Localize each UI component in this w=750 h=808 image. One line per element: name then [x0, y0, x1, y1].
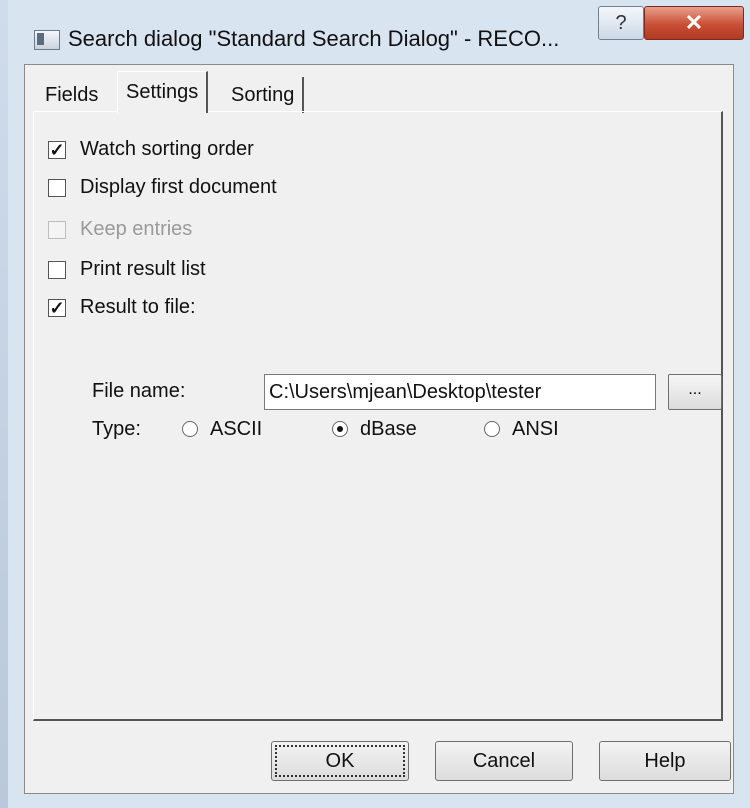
radio-circle[interactable]	[332, 421, 348, 437]
checkbox-label: Keep entries	[80, 218, 193, 240]
help-button[interactable]: Help	[599, 741, 731, 781]
tab-fields-label: Fields	[45, 84, 99, 106]
tab-sorting-label: Sorting	[231, 84, 295, 106]
tab-fields[interactable]: Fields	[37, 77, 106, 113]
checkbox-label: Watch sorting order	[80, 138, 254, 160]
file-name-label: File name:	[92, 380, 186, 402]
radio-label: ASCII	[210, 418, 263, 440]
radio-label: dBase	[360, 418, 417, 440]
question-mark-icon: ?	[615, 12, 627, 34]
file-name-input[interactable]	[264, 374, 656, 410]
tab-settings-label: Settings	[126, 81, 199, 103]
dialog-client-area: Fields Sorting ✓ Watch sorting order Dis…	[24, 64, 734, 794]
checkbox-box[interactable]	[48, 261, 66, 279]
tab-sorting[interactable]: Sorting	[223, 77, 305, 113]
checkbox-box[interactable]	[48, 179, 66, 197]
checkbox-box[interactable]: ✓	[48, 299, 66, 317]
checkbox-box	[48, 221, 66, 239]
checkbox-label: Result to file:	[80, 296, 196, 318]
close-icon: ✕	[684, 10, 704, 35]
browse-button[interactable]: ...	[668, 374, 722, 410]
settings-tab-panel: ✓ Watch sorting order Display first docu…	[33, 111, 723, 721]
help-title-button[interactable]: ?	[598, 6, 644, 40]
checkbox-label: Print result list	[80, 258, 206, 280]
radio-ascii[interactable]: ASCII	[182, 418, 262, 441]
tab-settings[interactable]: Settings	[117, 71, 209, 113]
app-icon	[34, 30, 60, 50]
type-label: Type:	[92, 418, 141, 440]
radio-label: ANSI	[512, 418, 559, 440]
radio-ansi[interactable]: ANSI	[484, 418, 559, 441]
close-button[interactable]: ✕	[644, 6, 744, 40]
search-dialog-window: Search dialog "Standard Search Dialog" -…	[0, 0, 750, 808]
window-title: Search dialog "Standard Search Dialog" -…	[68, 26, 560, 51]
checkbox-box[interactable]: ✓	[48, 141, 66, 159]
radio-circle[interactable]	[182, 421, 198, 437]
cancel-button[interactable]: Cancel	[435, 741, 573, 781]
radio-circle[interactable]	[484, 421, 500, 437]
checkbox-label: Display first document	[80, 176, 277, 198]
ok-button[interactable]: OK	[271, 741, 409, 781]
title-bar[interactable]: Search dialog "Standard Search Dialog" -…	[8, 0, 750, 72]
radio-dbase[interactable]: dBase	[332, 418, 417, 441]
